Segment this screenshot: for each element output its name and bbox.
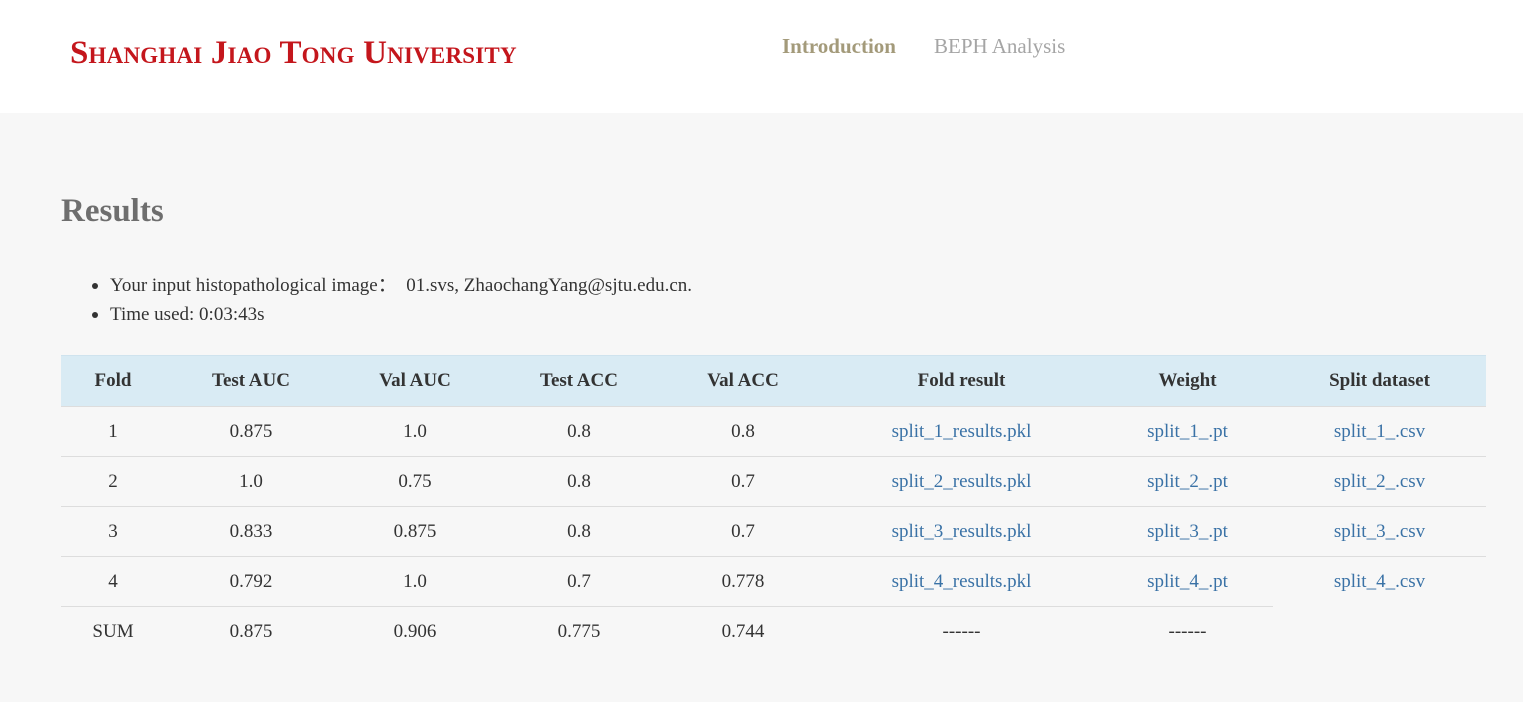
cell-val-acc: 0.744 <box>665 606 821 656</box>
header-fold-result: Fold result <box>821 355 1102 407</box>
nav-introduction[interactable]: Introduction <box>782 33 896 59</box>
cell-fold-result: ------ <box>821 606 1102 656</box>
cell-val-auc: 0.875 <box>337 506 493 557</box>
weight-link[interactable]: split_2_.pt <box>1102 456 1273 507</box>
time-used-info: Time used: 0:03:43s <box>91 300 692 329</box>
header-test-acc: Test ACC <box>493 355 665 407</box>
cell-val-auc: 0.75 <box>337 456 493 507</box>
cell-fold: 4 <box>61 556 165 607</box>
site-header: Shanghai Jiao Tong University Introducti… <box>0 0 1523 113</box>
weight-link[interactable]: split_1_.pt <box>1102 406 1273 457</box>
table-row: 3 0.833 0.875 0.8 0.7 split_3_results.pk… <box>61 506 1486 557</box>
results-title: Results <box>61 193 164 229</box>
weight-link[interactable]: split_3_.pt <box>1102 506 1273 557</box>
split-dataset-link[interactable]: split_3_.csv <box>1273 506 1486 557</box>
fold-result-link[interactable]: split_2_results.pkl <box>821 456 1102 507</box>
cell-val-acc: 0.7 <box>665 506 821 557</box>
cell-test-acc: 0.8 <box>493 456 665 507</box>
cell-test-auc: 0.875 <box>165 406 337 457</box>
weight-link[interactable]: split_4_.pt <box>1102 556 1273 607</box>
cell-val-acc: 0.8 <box>665 406 821 457</box>
cell-test-acc: 0.775 <box>493 606 665 656</box>
cell-val-auc: 1.0 <box>337 556 493 607</box>
fold-result-link[interactable]: split_3_results.pkl <box>821 506 1102 557</box>
table-sum-row: SUM 0.875 0.906 0.775 0.744 ------ -----… <box>61 606 1486 656</box>
table-row: 4 0.792 1.0 0.7 0.778 split_4_results.pk… <box>61 556 1486 656</box>
input-image-info: Your input histopathological image： 01.s… <box>91 271 692 300</box>
header-fold: Fold <box>61 355 165 407</box>
cell-test-acc: 0.7 <box>493 556 665 607</box>
main-nav: Introduction BEPH Analysis <box>782 33 1065 59</box>
cell-fold: 1 <box>61 406 165 457</box>
split-dataset-link[interactable]: split_1_.csv <box>1273 406 1486 457</box>
cell-fold: 3 <box>61 506 165 557</box>
cell-test-acc: 0.8 <box>493 506 665 557</box>
cell-fold: 2 <box>61 456 165 507</box>
header-val-acc: Val ACC <box>665 355 821 407</box>
university-logo[interactable]: Shanghai Jiao Tong University <box>70 35 517 71</box>
cell-fold: SUM <box>61 606 165 656</box>
fold-result-link[interactable]: split_4_results.pkl <box>821 556 1102 607</box>
header-weight: Weight <box>1102 355 1273 407</box>
nav-beph-analysis[interactable]: BEPH Analysis <box>934 33 1065 59</box>
header-val-auc: Val AUC <box>337 355 493 407</box>
fold-result-link[interactable]: split_1_results.pkl <box>821 406 1102 457</box>
table-row: 2 1.0 0.75 0.8 0.7 split_2_results.pkl s… <box>61 456 1486 507</box>
split-dataset-link[interactable]: split_4_.csv <box>1273 556 1486 656</box>
header-split-dataset: Split dataset <box>1273 355 1486 407</box>
cell-test-auc: 0.833 <box>165 506 337 557</box>
cell-test-auc: 0.875 <box>165 606 337 656</box>
table-row: 1 0.875 1.0 0.8 0.8 split_1_results.pkl … <box>61 406 1486 457</box>
cell-weight: ------ <box>1102 606 1273 656</box>
results-table: Fold Test AUC Val AUC Test ACC Val ACC F… <box>61 355 1486 656</box>
header-test-auc: Test AUC <box>165 355 337 407</box>
cell-val-acc: 0.778 <box>665 556 821 607</box>
split-dataset-link[interactable]: split_2_.csv <box>1273 456 1486 507</box>
table-header-row: Fold Test AUC Val AUC Test ACC Val ACC F… <box>61 355 1486 407</box>
cell-test-auc: 0.792 <box>165 556 337 607</box>
cell-val-auc: 0.906 <box>337 606 493 656</box>
cell-test-auc: 1.0 <box>165 456 337 507</box>
cell-val-auc: 1.0 <box>337 406 493 457</box>
results-info-list: Your input histopathological image： 01.s… <box>91 271 692 329</box>
cell-val-acc: 0.7 <box>665 456 821 507</box>
cell-test-acc: 0.8 <box>493 406 665 457</box>
